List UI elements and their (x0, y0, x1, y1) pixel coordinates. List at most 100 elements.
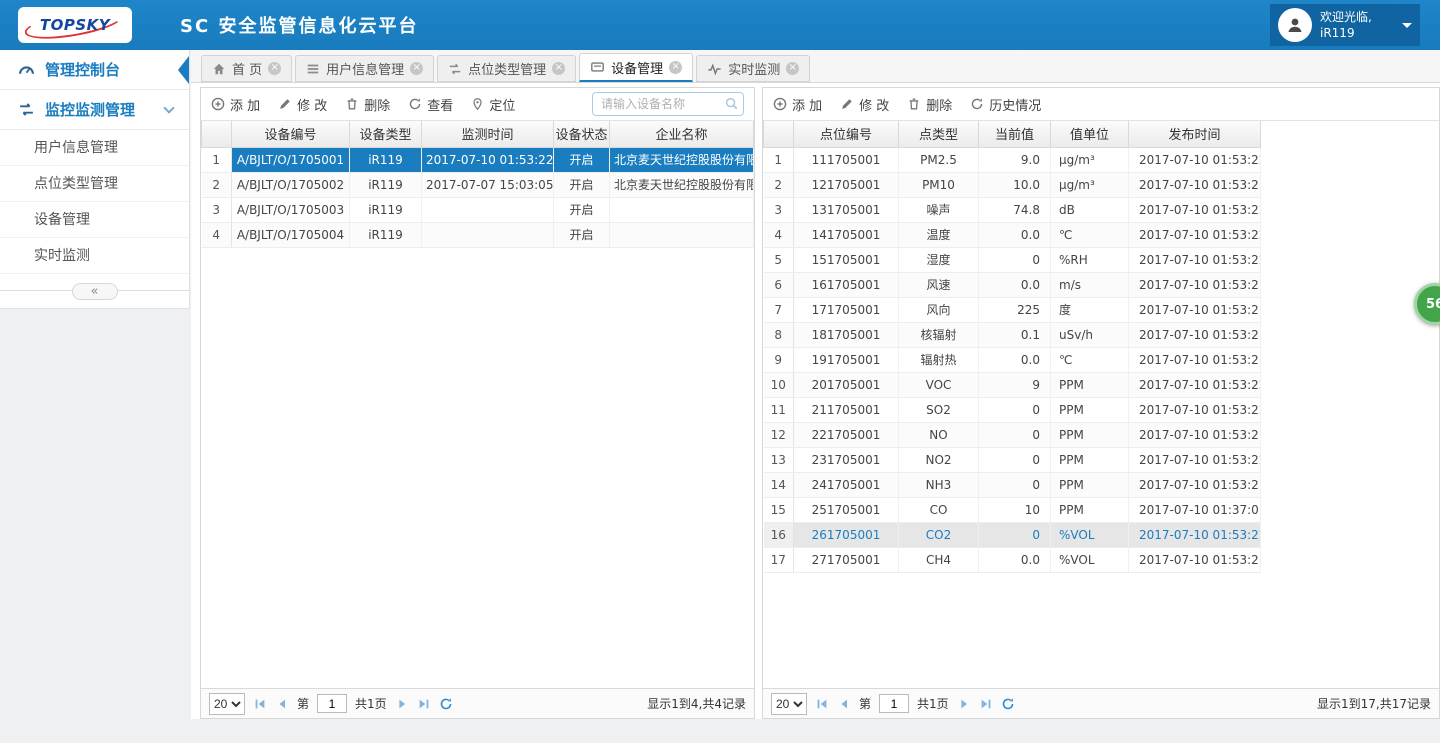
cell: iR119 (350, 147, 422, 172)
table-row[interactable]: 5151705001湿度0%RH2017-07-10 01:53:22 (764, 247, 1261, 272)
sidebar-item-point-type[interactable]: 点位类型管理 (0, 166, 189, 202)
first-page-button[interactable] (815, 697, 829, 711)
table-row[interactable]: 4A/BJLT/O/1705004iR119开启 (202, 222, 754, 247)
col-device-type[interactable]: 设备类型 (350, 121, 422, 147)
cell: 111705001 (794, 147, 899, 172)
cell: 开启 (554, 222, 610, 247)
locate-button[interactable]: 定位 (471, 95, 515, 114)
col-point-id[interactable]: 点位编号 (794, 121, 899, 147)
table-row[interactable]: 1A/BJLT/O/1705001iR1192017-07-10 01:53:2… (202, 147, 754, 172)
device-search-input[interactable] (592, 92, 744, 116)
cell: 2017-07-10 01:37:01 (1129, 497, 1261, 522)
tab-point-type-management[interactable]: 点位类型管理 × (437, 55, 576, 82)
prev-page-button[interactable] (837, 697, 851, 711)
col-publish-time[interactable]: 发布时间 (1129, 121, 1261, 147)
tab-home[interactable]: 首 页 × (201, 55, 292, 82)
edit-button[interactable]: 修 改 (278, 95, 327, 114)
collapse-sidebar-button[interactable]: « (72, 283, 118, 300)
first-page-button[interactable] (253, 697, 267, 711)
sidebar-item-device[interactable]: 设备管理 (0, 202, 189, 238)
sidebar-item-user-info[interactable]: 用户信息管理 (0, 130, 189, 166)
table-row[interactable]: 12221705001NO0PPM2017-07-10 01:53:21 (764, 422, 1261, 447)
row-index: 3 (202, 197, 232, 222)
row-index: 5 (764, 247, 794, 272)
last-page-button[interactable] (417, 697, 431, 711)
next-page-button[interactable] (395, 697, 409, 711)
monitor-panel: 添 加 修 改 删除 历史情况 (762, 87, 1440, 719)
table-row[interactable]: 8181705001核辐射0.1uSv/h2017-07-10 01:53:21 (764, 322, 1261, 347)
page-number-input[interactable] (317, 694, 347, 713)
row-index: 13 (764, 447, 794, 472)
table-row[interactable]: 7171705001风向225度2017-07-10 01:53:21 (764, 297, 1261, 322)
edit-label: 修 改 (859, 95, 889, 114)
reload-button[interactable] (1001, 697, 1015, 711)
table-row[interactable]: 4141705001温度0.0℃2017-07-10 01:53:22 (764, 222, 1261, 247)
tab-bar: 首 页 × 用户信息管理 × 点位类型管理 × 设备管理 × 实时监测 (191, 50, 1440, 83)
col-point-type[interactable]: 点类型 (899, 121, 979, 147)
add-button[interactable]: 添 加 (773, 95, 822, 114)
close-icon[interactable]: × (552, 62, 565, 75)
next-page-button[interactable] (957, 697, 971, 711)
row-index: 2 (764, 172, 794, 197)
tab-user-info-management[interactable]: 用户信息管理 × (295, 55, 434, 82)
cell: iR119 (350, 172, 422, 197)
user-menu[interactable]: 欢迎光临, iR119 (1270, 4, 1420, 46)
table-row[interactable]: 3A/BJLT/O/1705003iR119开启 (202, 197, 754, 222)
table-row[interactable]: 17271705001CH40.0%VOL2017-07-10 01:53:21 (764, 547, 1261, 572)
edit-label: 修 改 (297, 95, 327, 114)
close-icon[interactable]: × (786, 62, 799, 75)
add-button[interactable]: 添 加 (211, 95, 260, 114)
sidebar-item-console[interactable]: 管理控制台 (0, 50, 189, 90)
tab-realtime-monitor[interactable]: 实时监测 × (696, 55, 810, 82)
device-icon (590, 60, 605, 74)
col-monitor-time[interactable]: 监测时间 (422, 121, 554, 147)
last-page-button[interactable] (979, 697, 993, 711)
page-size-select[interactable]: 20 (771, 693, 807, 715)
table-row[interactable]: 2A/BJLT/O/1705002iR1192017-07-07 15:03:0… (202, 172, 754, 197)
table-row[interactable]: 2121705001PM1010.0μg/m³2017-07-10 01:53:… (764, 172, 1261, 197)
cell: 开启 (554, 172, 610, 197)
col-device-id[interactable]: 设备编号 (232, 121, 350, 147)
history-button[interactable]: 历史情况 (970, 95, 1041, 114)
tab-device-management[interactable]: 设备管理 × (579, 53, 693, 82)
edit-button[interactable]: 修 改 (840, 95, 889, 114)
cell: 开启 (554, 147, 610, 172)
table-row[interactable]: 6161705001风速0.0m/s2017-07-10 01:53:21 (764, 272, 1261, 297)
chevron-down-icon[interactable] (163, 102, 174, 113)
chevron-down-icon[interactable] (1402, 23, 1412, 33)
reload-button[interactable] (439, 697, 453, 711)
cell: 0 (979, 522, 1051, 547)
cell: CH4 (899, 547, 979, 572)
delete-button[interactable]: 删除 (907, 95, 952, 114)
cell: %VOL (1051, 522, 1129, 547)
table-row[interactable]: 1111705001PM2.59.0μg/m³2017-07-10 01:53:… (764, 147, 1261, 172)
table-row[interactable]: 10201705001VOC9PPM2017-07-10 01:53:22 (764, 372, 1261, 397)
table-row[interactable]: 15251705001CO10PPM2017-07-10 01:37:01 (764, 497, 1261, 522)
delete-button[interactable]: 删除 (345, 95, 390, 114)
col-device-status[interactable]: 设备状态 (554, 121, 610, 147)
col-current-value[interactable]: 当前值 (979, 121, 1051, 147)
table-row[interactable]: 9191705001辐射热0.0℃2017-07-10 01:53:21 (764, 347, 1261, 372)
table-row[interactable]: 11211705001SO20PPM2017-07-10 01:53:22 (764, 397, 1261, 422)
sidebar-item-monitor-management[interactable]: 监控监测管理 (0, 90, 189, 130)
close-icon[interactable]: × (669, 61, 682, 74)
page-number-input[interactable] (879, 694, 909, 713)
table-row[interactable]: 13231705001NO20PPM2017-07-10 01:53:22 (764, 447, 1261, 472)
table-row[interactable]: 3131705001噪声74.8dB2017-07-10 01:53:22 (764, 197, 1261, 222)
table-row[interactable]: 14241705001NH30PPM2017-07-10 01:53:21 (764, 472, 1261, 497)
plus-circle-icon (773, 97, 787, 111)
prev-page-button[interactable] (275, 697, 289, 711)
page-size-select[interactable]: 20 (209, 693, 245, 715)
sidebar-item-realtime[interactable]: 实时监测 (0, 238, 189, 274)
col-company-name[interactable]: 企业名称 (610, 121, 754, 147)
view-button[interactable]: 查看 (408, 95, 453, 114)
table-row[interactable]: 16261705001CO20%VOL2017-07-10 01:53:22 (764, 522, 1261, 547)
col-value-unit[interactable]: 值单位 (1051, 121, 1129, 147)
search-icon[interactable] (724, 96, 739, 111)
monitor-table: 点位编号 点类型 当前值 值单位 发布时间 1111705001PM2.59.0… (763, 121, 1261, 573)
records-summary: 显示1到17,共17记录 (1317, 695, 1431, 712)
close-icon[interactable]: × (410, 62, 423, 75)
device-panel: 添 加 修 改 删除 查看 (200, 87, 755, 719)
close-icon[interactable]: × (268, 62, 281, 75)
cell: 2017-07-10 01:53:22 (1129, 522, 1261, 547)
